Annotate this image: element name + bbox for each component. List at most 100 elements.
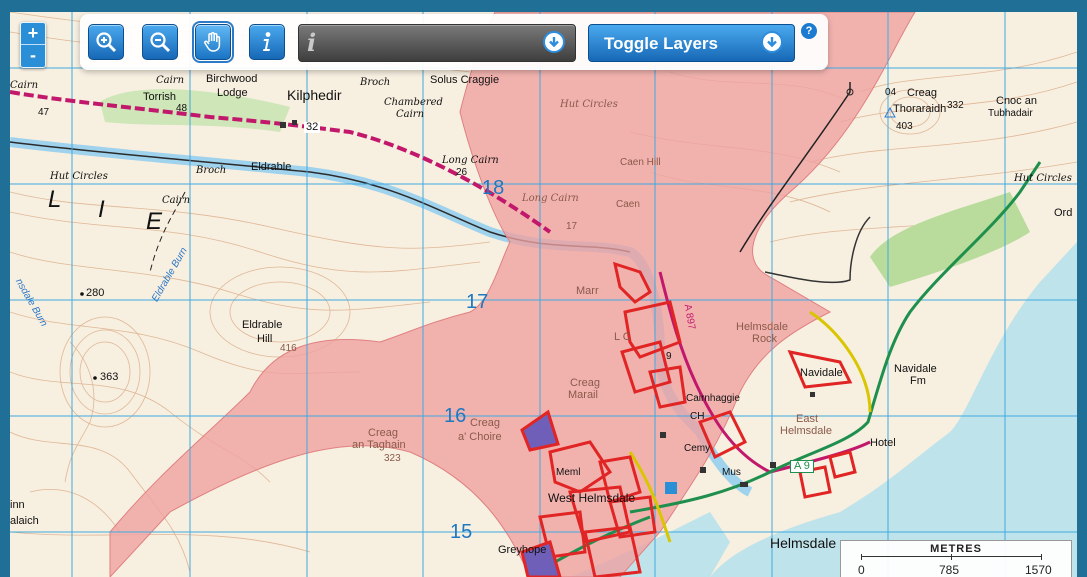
label-birchwood: Birchwood <box>206 73 258 85</box>
label-creag-a-choire-2: a' Choire <box>458 431 502 443</box>
toggle-layers-label: Toggle Layers <box>604 34 718 53</box>
info-italic-icon: i <box>307 28 317 57</box>
woodland-area <box>100 89 290 132</box>
label-lodge: Lodge <box>217 87 248 99</box>
label-helmsdale: Helmsdale <box>770 535 837 551</box>
pan-tool-button[interactable] <box>192 21 234 63</box>
label-caen-hill: Caen Hill <box>620 157 661 168</box>
label-east-helmsdale-2: Helmsdale <box>780 425 832 437</box>
scale-tick-label: 785 <box>939 563 960 577</box>
arrow-down-icon <box>767 37 777 48</box>
height-17: 17 <box>566 221 578 232</box>
height-363: 363 <box>100 371 119 383</box>
label-letter-e: E <box>146 208 164 235</box>
label-navidale-fm-1: Navidale <box>894 363 937 375</box>
zoom-in-tool-button[interactable] <box>88 24 124 60</box>
height-403: 403 <box>896 121 913 132</box>
hand-icon <box>204 32 221 52</box>
scale-tick <box>951 554 952 560</box>
label-hut-circles-1: Hut Circles <box>50 171 108 182</box>
label-height-04: 04 <box>885 87 897 98</box>
grid-number-18: 18 <box>482 177 505 199</box>
label-chambered: Chambered <box>384 97 443 108</box>
label-letter-l: L <box>48 186 63 213</box>
help-button[interactable]: ? <box>801 23 817 39</box>
magnify-plus-icon <box>96 32 117 53</box>
label-creag-a-choire-1: Creag <box>470 417 500 429</box>
label-alaich: alaich <box>10 515 39 527</box>
label-meml: Meml <box>556 467 581 478</box>
scale-tick <box>861 554 862 560</box>
identify-tool-button[interactable] <box>249 24 285 60</box>
label-letter-i: I <box>98 196 106 223</box>
info-dropdown-button[interactable] <box>543 31 565 53</box>
label-long-cairn: Long Cairn <box>442 155 499 166</box>
height-47: 47 <box>38 107 50 118</box>
height-416: 416 <box>280 343 297 354</box>
zoom-out-tool-button[interactable] <box>142 24 178 60</box>
layers-dropdown-icon-wrap <box>761 31 783 53</box>
toggle-layers-button[interactable]: Toggle Layers <box>588 24 795 62</box>
map-toolbar: i Toggle Layers ? <box>80 14 828 70</box>
label-hut-circles-2: Hut Circles <box>1014 173 1072 184</box>
road-label-32: 32 <box>304 121 321 133</box>
label-helmsdale-rock-1: Helmsdale <box>736 321 788 333</box>
spot-height-280 <box>80 292 84 296</box>
road-label-a9: A 9 <box>790 460 814 473</box>
label-helmsdale-rock-2: Rock <box>752 333 778 345</box>
forest-area <box>870 192 1030 287</box>
label-caen: Caen <box>616 199 640 210</box>
grid-number-15: 15 <box>450 521 473 543</box>
boundary-line <box>764 216 871 284</box>
height-26: 26 <box>456 167 468 178</box>
label-west-helmsdale: West Helmsdale <box>548 491 636 505</box>
label-hotel: Hotel <box>870 437 896 449</box>
label-greyhope: Greyhope <box>498 544 547 556</box>
label-eldrable: Eldrable <box>251 161 292 173</box>
label-ord: Ord <box>1054 207 1073 219</box>
grid-number-17: 17 <box>466 291 489 313</box>
spot-height-363 <box>93 376 97 380</box>
label-mus: Mus <box>722 467 741 478</box>
label-navidale: Navidale <box>800 367 843 379</box>
label-eldrable-hill-1: Eldrable <box>242 319 283 331</box>
zoom-control: + - <box>20 22 46 68</box>
label-cairn-1: Cairn <box>10 80 39 91</box>
map-canvas[interactable]: Kilphedir Torrish Birchwood Lodge Solus … <box>10 12 1077 577</box>
label-inn: inn <box>10 499 25 511</box>
scale-tick-label: 0 <box>858 563 865 577</box>
label-hut-circles-3: Hut Circles <box>560 99 618 110</box>
label-cemy: Cemy <box>684 443 711 454</box>
label-broch-1: Broch <box>360 77 391 88</box>
map-viewer: Kilphedir Torrish Birchwood Lodge Solus … <box>0 0 1087 577</box>
label-cairn-2: Cairn <box>156 75 185 86</box>
label-solus-craggie: Solus Craggie <box>430 74 500 86</box>
height-280: 280 <box>86 287 105 299</box>
label-navidale-fm-2: Fm <box>910 375 926 387</box>
label-east-helmsdale-1: East <box>796 413 819 425</box>
scale-bar: METRES 0 785 1570 <box>840 540 1072 577</box>
zoom-out-button[interactable]: - <box>21 44 45 66</box>
info-icon <box>263 32 271 51</box>
height-48: 48 <box>176 103 188 114</box>
label-broch-2: Broch <box>196 165 227 176</box>
label-kilphedir: Kilphedir <box>287 87 342 103</box>
scale-tick <box>1041 554 1042 560</box>
info-readout-bar[interactable]: i <box>298 24 576 62</box>
height-9: 9 <box>666 351 672 362</box>
height-323: 323 <box>384 453 401 464</box>
label-creag-marail-1: Creag <box>570 377 600 389</box>
label-long-cairn-2: Long Cairn <box>522 193 579 204</box>
height-332: 332 <box>947 100 964 111</box>
arrow-down-icon <box>549 37 559 48</box>
label-lc: L C <box>614 331 631 343</box>
label-eldrable-hill-2: Hill <box>257 333 273 345</box>
label-marr: Marr <box>576 285 599 297</box>
label-creag-thoraraidh-1: Creag <box>907 87 937 99</box>
label-creag-marail-2: Marail <box>568 389 598 401</box>
label-cnoc-an-2: Tubhadair <box>988 108 1033 119</box>
label-cairnhaggie: Cairnhaggie <box>686 393 740 404</box>
zoom-in-button[interactable]: + <box>21 23 45 44</box>
label-cnoc-an-1: Cnoc an <box>996 95 1037 107</box>
scale-title: METRES <box>930 543 982 555</box>
